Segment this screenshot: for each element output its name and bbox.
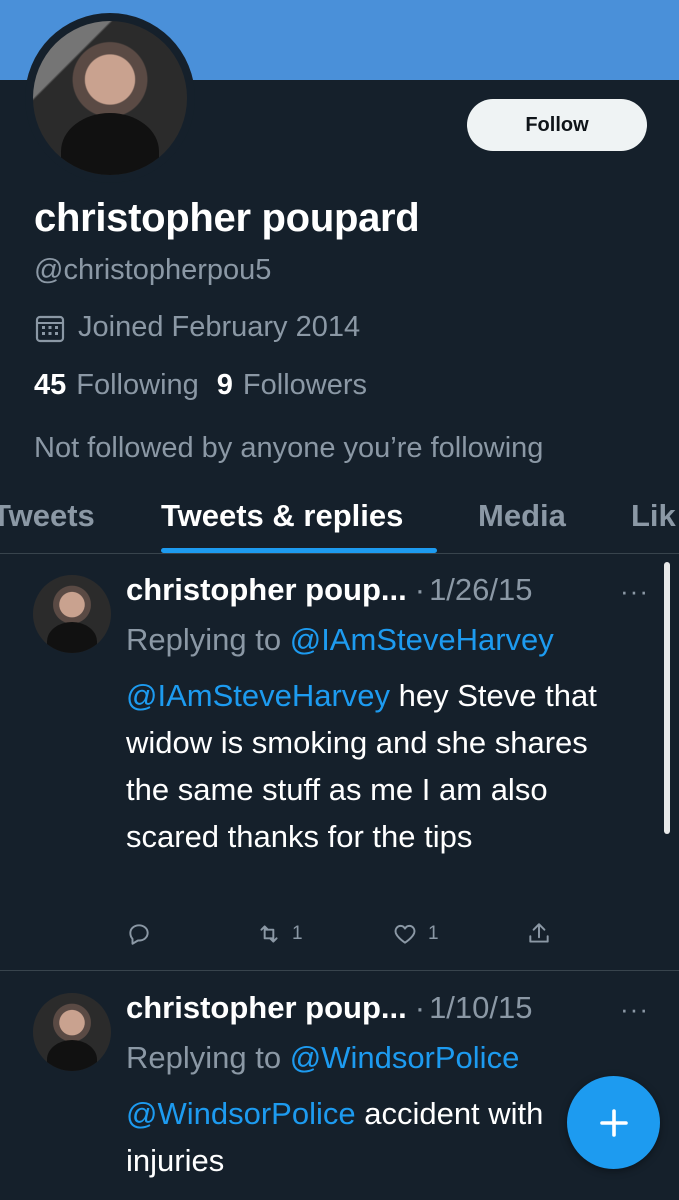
retweet-count: 1 bbox=[292, 923, 303, 944]
replying-prefix: Replying to bbox=[126, 622, 290, 657]
followers-label: Followers bbox=[242, 369, 367, 401]
retweet-button[interactable]: 1 bbox=[256, 921, 303, 947]
tweet-date[interactable]: 1/10/15 bbox=[429, 990, 532, 1026]
active-tab-indicator bbox=[161, 548, 437, 553]
replying-to-mention[interactable]: @IAmSteveHarvey bbox=[290, 622, 554, 657]
following-count: 45 bbox=[34, 369, 67, 401]
calendar-icon bbox=[34, 312, 66, 344]
display-name: christopher poupard bbox=[34, 196, 420, 240]
compose-tweet-button[interactable] bbox=[567, 1076, 660, 1169]
tweet-header: christopher poup... · 1/26/15 bbox=[126, 572, 533, 608]
tweet-mention[interactable]: @WindsorPolice bbox=[126, 1096, 356, 1131]
tweet-avatar[interactable] bbox=[33, 993, 111, 1071]
like-button[interactable]: 1 bbox=[392, 921, 439, 947]
tab-tweets-and-replies[interactable]: Tweets & replies bbox=[161, 498, 403, 534]
scrollbar[interactable] bbox=[664, 562, 670, 834]
share-icon bbox=[529, 923, 549, 943]
more-icon[interactable]: ··· bbox=[620, 994, 649, 1025]
heart-icon bbox=[394, 924, 416, 944]
tweet-author-name[interactable]: christopher poup... bbox=[126, 990, 407, 1026]
separator-dot: · bbox=[414, 572, 426, 607]
tab-tweets[interactable]: Tweets bbox=[0, 498, 95, 534]
profile-tabs: Tweets Tweets & replies Media Lik bbox=[0, 490, 679, 554]
followers-link[interactable]: 9 Followers bbox=[217, 369, 367, 402]
replying-to-mention[interactable]: @WindsorPolice bbox=[290, 1040, 520, 1075]
tweet-actions: 1 1 bbox=[126, 921, 576, 955]
more-icon[interactable]: ··· bbox=[620, 576, 649, 607]
replying-to: Replying to @IAmSteveHarvey bbox=[126, 622, 554, 658]
tweet-avatar[interactable] bbox=[33, 575, 111, 653]
profile-stats: 45 Following 9 Followers bbox=[34, 369, 367, 402]
profile-handle: @christopherpou5 bbox=[34, 254, 272, 286]
replying-prefix: Replying to bbox=[126, 1040, 290, 1075]
joined-text: Joined February 2014 bbox=[78, 311, 361, 343]
tweet-text: @WindsorPolice accident with injuries bbox=[126, 1090, 636, 1184]
separator-dot: · bbox=[414, 990, 426, 1025]
follow-button[interactable]: Follow bbox=[467, 99, 647, 151]
reply-icon bbox=[129, 924, 149, 945]
profile-avatar[interactable] bbox=[25, 13, 195, 183]
retweet-icon bbox=[260, 925, 278, 943]
tweet-date[interactable]: 1/26/15 bbox=[429, 572, 532, 608]
not-followed-notice: Not followed by anyone you’re following bbox=[34, 432, 544, 464]
share-button[interactable] bbox=[526, 921, 552, 947]
replying-to: Replying to @WindsorPolice bbox=[126, 1040, 519, 1076]
plus-icon bbox=[599, 1108, 628, 1137]
tweet-text: @IAmSteveHarvey hey Steve that widow is … bbox=[126, 672, 636, 860]
reply-button[interactable] bbox=[126, 921, 152, 947]
followers-count: 9 bbox=[216, 369, 233, 401]
tab-media[interactable]: Media bbox=[478, 498, 566, 534]
tweet-author-name[interactable]: christopher poup... bbox=[126, 572, 407, 608]
like-count: 1 bbox=[428, 923, 439, 944]
profile-photo bbox=[33, 21, 187, 175]
tweet-header: christopher poup... · 1/10/15 bbox=[126, 990, 533, 1026]
tweet-mention[interactable]: @IAmSteveHarvey bbox=[126, 678, 390, 713]
tweet-divider bbox=[0, 970, 679, 971]
following-label: Following bbox=[76, 369, 199, 401]
following-link[interactable]: 45 Following bbox=[34, 369, 199, 402]
tab-likes[interactable]: Lik bbox=[631, 498, 676, 534]
joined-date: Joined February 2014 bbox=[34, 311, 360, 344]
